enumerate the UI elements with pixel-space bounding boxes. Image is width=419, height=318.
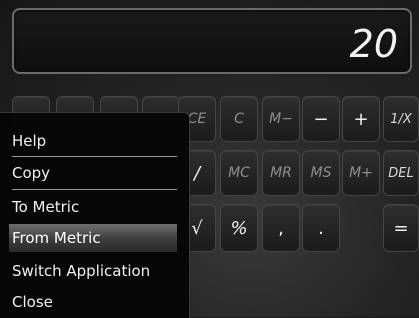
menu-separator	[12, 189, 177, 190]
key-reciprocal[interactable]: 1/X	[383, 96, 419, 142]
key-memory-recall[interactable]: MR	[262, 150, 300, 196]
menu-item-close[interactable]: Close	[0, 288, 180, 316]
key-equals[interactable]: =	[383, 204, 419, 252]
key-decimal[interactable]: .	[302, 204, 340, 252]
key-memory-store[interactable]: MS	[302, 150, 340, 196]
menu-item-switch-application[interactable]: Switch Application	[0, 257, 180, 285]
key-memory-clear[interactable]: MC	[220, 150, 258, 196]
key-delete[interactable]: DEL	[383, 150, 419, 196]
menu-item-from-metric[interactable]: From Metric	[9, 224, 177, 252]
menu-item-copy[interactable]: Copy	[0, 159, 180, 187]
menu-separator	[12, 156, 177, 157]
key-minus[interactable]: −	[302, 96, 340, 142]
key-comma[interactable]: ,	[262, 204, 300, 252]
key-memory-plus[interactable]: M+	[342, 150, 380, 196]
menu-item-to-metric[interactable]: To Metric	[0, 193, 180, 221]
key-c[interactable]: C	[220, 96, 258, 142]
key-plus[interactable]: +	[342, 96, 380, 142]
key-memory-minus[interactable]: M−	[262, 96, 300, 142]
context-menu: Help Copy To Metric From Metric Switch A…	[0, 112, 190, 318]
menu-item-help[interactable]: Help	[0, 127, 180, 155]
key-percent[interactable]: %	[220, 204, 258, 252]
